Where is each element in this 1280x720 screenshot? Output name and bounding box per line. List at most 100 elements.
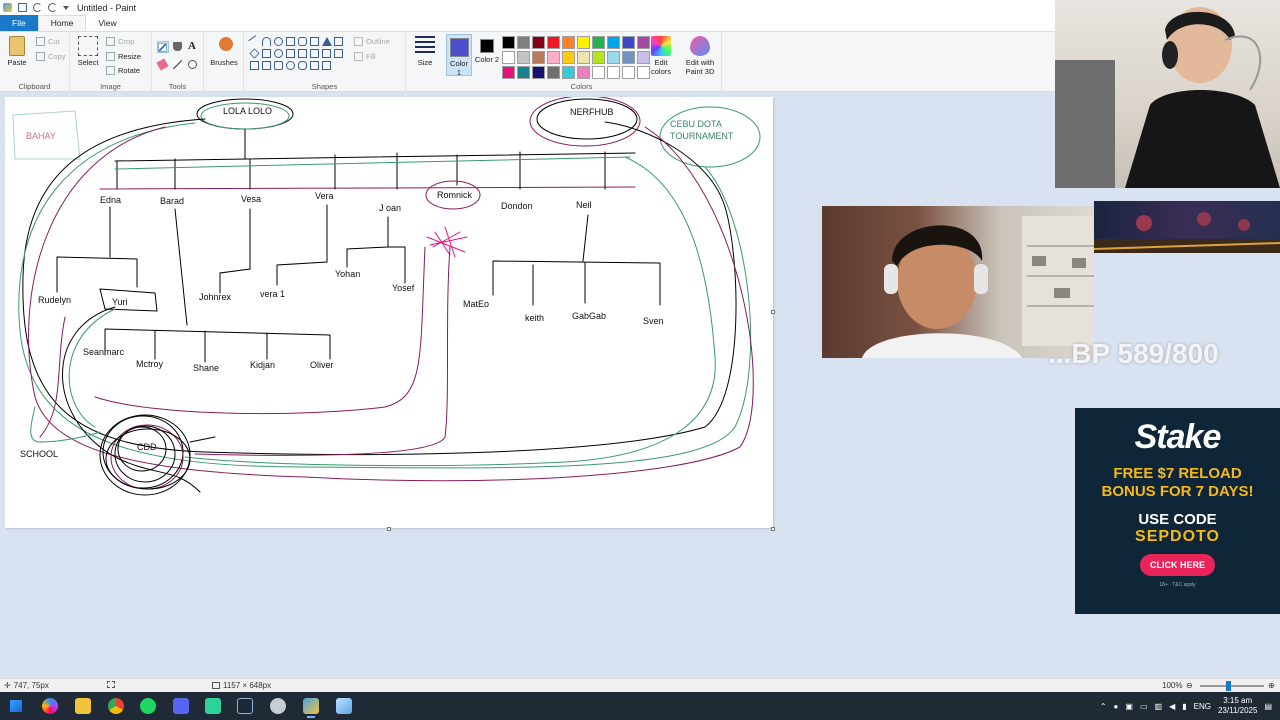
rotate-button[interactable]: Rotate (106, 66, 140, 75)
canvas-resize-handle-bottom[interactable] (387, 527, 391, 531)
right-triangle-shape-icon[interactable] (334, 37, 343, 46)
palette-swatch[interactable] (502, 36, 515, 49)
palette-swatch[interactable] (622, 51, 635, 64)
speaker-icon[interactable]: ◀ (1169, 702, 1175, 711)
magnifier-tool[interactable] (188, 60, 197, 69)
start-icon[interactable] (10, 700, 22, 712)
crop-button[interactable]: Crop (106, 37, 134, 46)
redo-icon[interactable] (48, 3, 57, 12)
palette-swatch[interactable] (532, 36, 545, 49)
zoom-out-icon[interactable]: ⊖ (1186, 681, 1193, 690)
callout-rect-shape-icon[interactable] (274, 61, 283, 70)
lightning-shape-icon[interactable] (322, 61, 331, 70)
color-palette[interactable] (502, 36, 650, 79)
triangle-shape-icon[interactable] (322, 37, 332, 46)
fill-tool[interactable] (173, 42, 182, 51)
palette-swatch[interactable] (577, 51, 590, 64)
tray-overflow-icon[interactable]: ⌃ (1100, 702, 1107, 711)
tab-home[interactable]: Home (37, 15, 87, 31)
callout-oval-shape-icon[interactable] (286, 61, 295, 70)
palette-swatch[interactable] (502, 66, 515, 79)
palette-swatch[interactable] (577, 66, 590, 79)
oval-shape-icon[interactable] (274, 37, 283, 46)
palette-swatch[interactable] (562, 66, 575, 79)
five-point-star-shape-icon[interactable] (250, 61, 259, 70)
canvas-resize-handle-right[interactable] (771, 310, 775, 314)
pentagon-shape-icon[interactable] (262, 49, 271, 58)
line-shape-icon[interactable] (248, 35, 261, 48)
chrome-icon[interactable] (108, 698, 124, 714)
hexagon-shape-icon[interactable] (274, 49, 283, 58)
palette-swatch[interactable] (592, 66, 605, 79)
palette-swatch[interactable] (592, 51, 605, 64)
spotify-icon[interactable] (140, 698, 156, 714)
canvas-resize-handle-corner[interactable] (771, 527, 775, 531)
color2-selector[interactable]: Color 2 (474, 34, 500, 76)
resize-button[interactable]: Resize (106, 52, 141, 61)
palette-swatch[interactable] (622, 36, 635, 49)
palette-swatch[interactable] (517, 66, 530, 79)
edit-paint3d-button[interactable]: Edit with Paint 3D (682, 36, 718, 76)
clock[interactable]: 3:15 am 23/11/2025 (1218, 696, 1257, 716)
zoom-in-icon[interactable]: ⊕ (1268, 681, 1275, 690)
palette-swatch[interactable] (547, 36, 560, 49)
pencil-tool[interactable] (157, 41, 169, 53)
palette-swatch[interactable] (517, 51, 530, 64)
app-icon[interactable] (205, 698, 221, 714)
polygon-shape-icon[interactable] (310, 37, 319, 46)
palette-swatch[interactable] (547, 51, 560, 64)
diamond-shape-icon[interactable] (249, 48, 260, 59)
heart-shape-icon[interactable] (310, 61, 319, 70)
palette-swatch[interactable] (532, 66, 545, 79)
tab-view[interactable]: View (86, 15, 128, 31)
shapes-gallery[interactable] (248, 35, 344, 72)
select-button[interactable]: Select (75, 36, 101, 67)
cut-button[interactable]: Cut (36, 37, 60, 46)
settings-icon[interactable] (270, 698, 286, 714)
microphone-icon[interactable]: ● (1114, 702, 1119, 711)
tray-app-icon[interactable]: ▣ (1125, 702, 1133, 711)
curve-shape-icon[interactable] (262, 37, 271, 46)
edit-colors-button[interactable]: Edit colors (648, 36, 674, 76)
network-icon[interactable]: ▥ (1155, 702, 1163, 711)
palette-swatch[interactable] (607, 66, 620, 79)
drawing-canvas[interactable]: BAHAY LOLA LOLO NERFHUB CEBU DOTA TOURNA… (5, 97, 773, 528)
palette-swatch[interactable] (622, 66, 635, 79)
color-picker-tool[interactable] (173, 60, 182, 69)
palette-swatch[interactable] (607, 51, 620, 64)
stake-click-here-button[interactable]: CLICK HERE (1139, 554, 1215, 576)
notifications-icon[interactable]: ▤ (1264, 702, 1272, 711)
paste-button[interactable]: Paste (4, 36, 30, 67)
palette-swatch[interactable] (592, 36, 605, 49)
up-arrow-shape-icon[interactable] (310, 49, 319, 58)
callout-cloud-shape-icon[interactable] (298, 61, 307, 70)
left-arrow-shape-icon[interactable] (298, 49, 307, 58)
copy-button[interactable]: Copy (36, 52, 66, 61)
file-explorer-icon[interactable] (75, 698, 91, 714)
palette-swatch[interactable] (517, 36, 530, 49)
palette-swatch[interactable] (547, 66, 560, 79)
text-tool[interactable]: A (188, 41, 196, 52)
palette-swatch[interactable] (502, 51, 515, 64)
customize-quick-access-icon[interactable] (63, 5, 69, 10)
palette-swatch[interactable] (577, 36, 590, 49)
palette-swatch[interactable] (562, 51, 575, 64)
color1-selector[interactable]: Color 1 (446, 34, 472, 77)
tab-file[interactable]: File (0, 15, 38, 31)
fill-button[interactable]: Fill (354, 52, 376, 61)
six-point-star-shape-icon[interactable] (262, 61, 271, 70)
paint-taskbar-icon[interactable] (303, 698, 319, 718)
palette-swatch[interactable] (607, 36, 620, 49)
battery-icon[interactable]: ▮ (1182, 702, 1186, 711)
eraser-tool[interactable] (156, 58, 169, 71)
stake-ad-banner[interactable]: Stake FREE $7 RELOAD BONUS FOR 7 DAYS! U… (1075, 408, 1280, 614)
undo-icon[interactable] (33, 3, 42, 12)
palette-swatch[interactable] (532, 51, 545, 64)
four-point-star-shape-icon[interactable] (334, 49, 343, 58)
discord-icon[interactable] (173, 698, 189, 714)
notepad-icon[interactable] (336, 698, 352, 714)
save-icon[interactable] (18, 3, 27, 12)
palette-swatch[interactable] (562, 36, 575, 49)
brushes-button[interactable]: Brushes (208, 36, 240, 67)
more-shapes-icon[interactable] (334, 61, 343, 70)
